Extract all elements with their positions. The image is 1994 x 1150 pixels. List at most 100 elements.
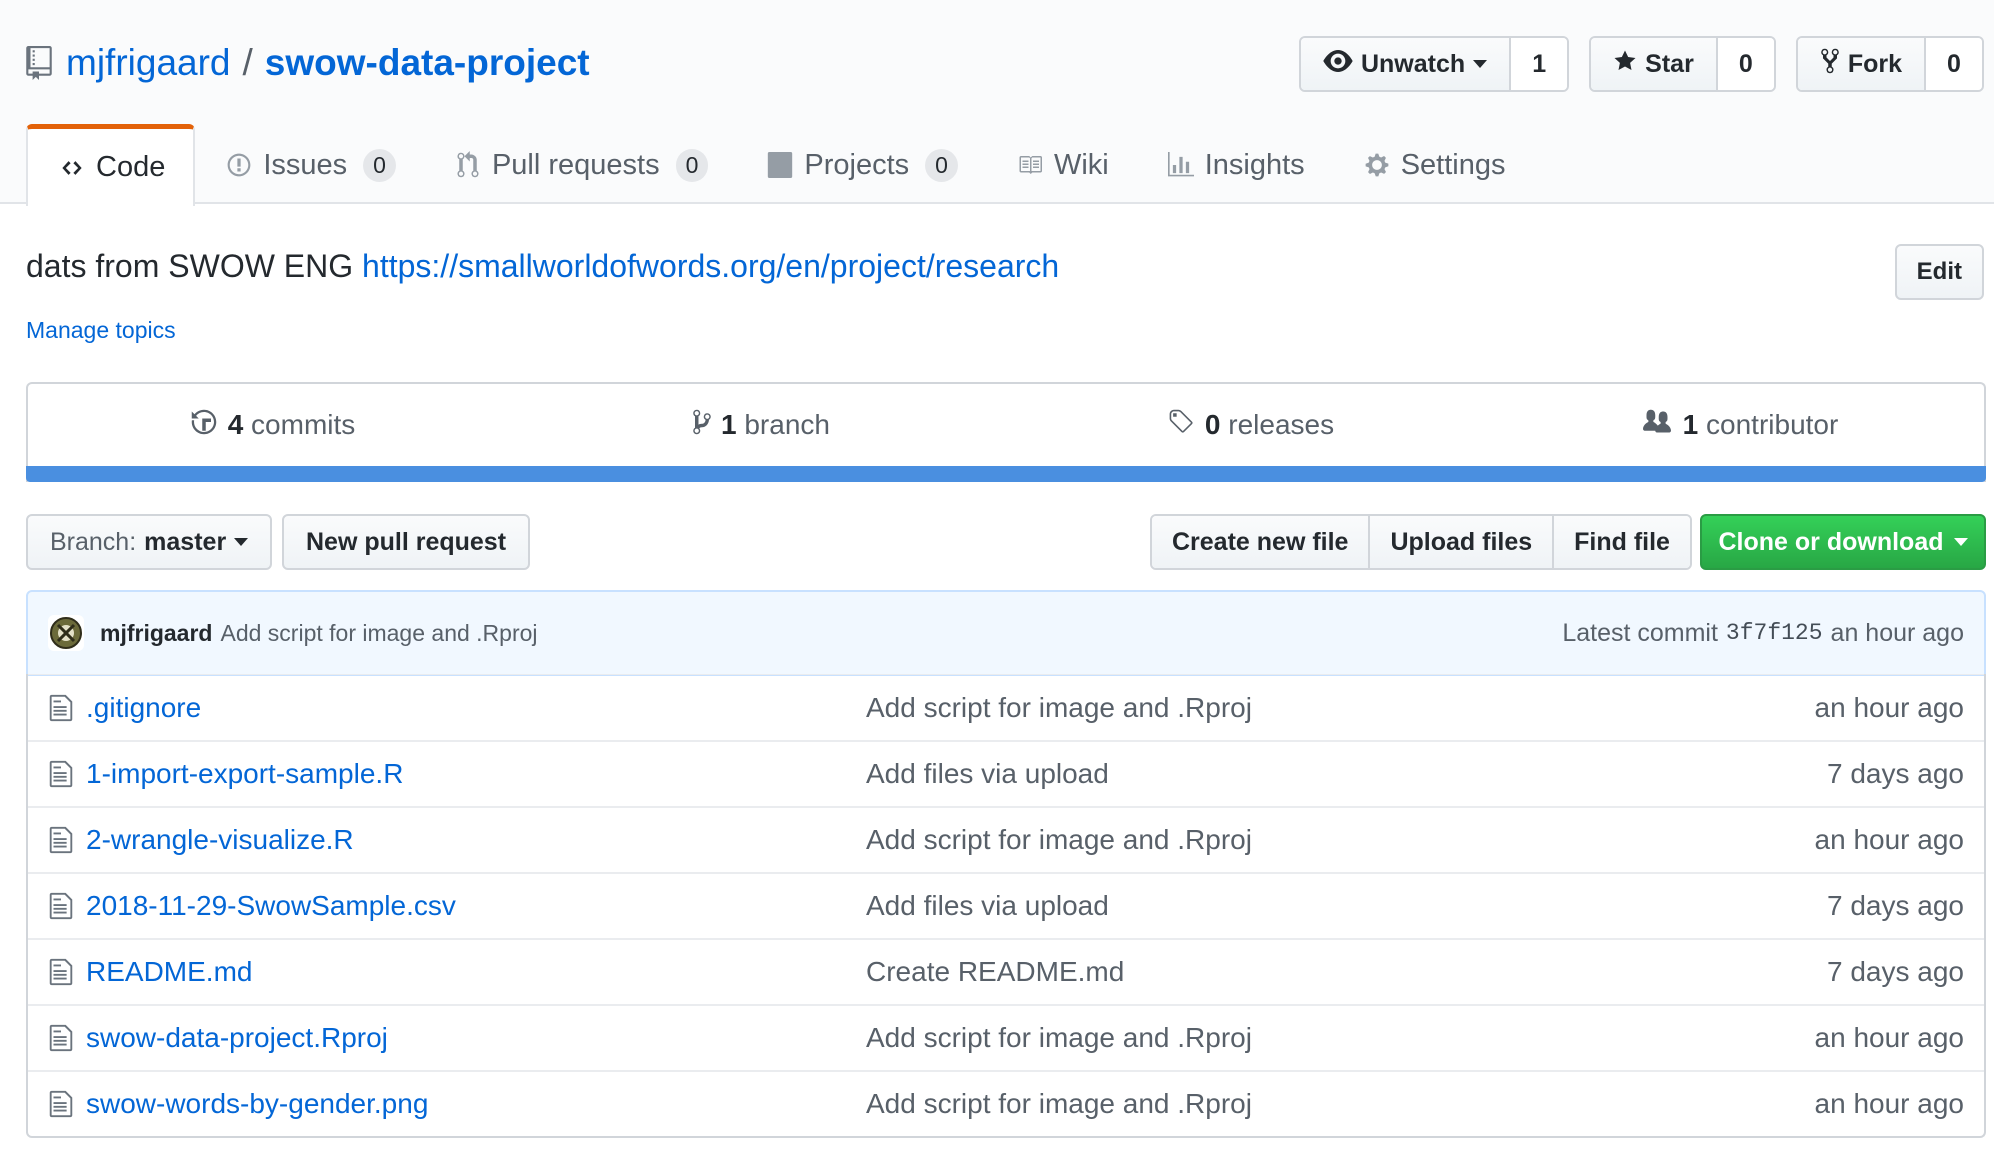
- file-commit-message[interactable]: Add files via upload: [866, 890, 1827, 922]
- tab-settings[interactable]: Settings: [1333, 124, 1534, 206]
- chevron-down-icon: [234, 538, 249, 546]
- star-button[interactable]: Star: [1591, 38, 1718, 90]
- commit-age: an hour ago: [1830, 618, 1964, 647]
- branch-select-button[interactable]: Branch: master: [26, 514, 273, 570]
- file-name-link[interactable]: swow-data-project.Rproj: [86, 1022, 866, 1054]
- watchers-count[interactable]: 1: [1511, 38, 1568, 90]
- file-icon: [48, 693, 74, 723]
- description-text: dats from SWOW ENG: [26, 248, 363, 284]
- branch-prefix: Branch:: [50, 527, 137, 556]
- project-icon: [766, 151, 794, 179]
- file-commit-message[interactable]: Add script for image and .Rproj: [866, 824, 1815, 856]
- file-icon: [48, 825, 74, 855]
- book-icon: [1016, 151, 1044, 179]
- branch-label: branch: [736, 409, 830, 440]
- clone-or-download-button[interactable]: Clone or download: [1700, 514, 1986, 570]
- file-list: .gitignore Add script for image and .Rpr…: [26, 674, 1986, 1138]
- file-age: an hour ago: [1814, 1088, 1964, 1119]
- file-commit-message[interactable]: Add files via upload: [866, 758, 1827, 790]
- repo-separator: /: [242, 42, 253, 83]
- file-commit-message[interactable]: Add script for image and .Rproj: [866, 1088, 1815, 1120]
- file-commit-message[interactable]: Add script for image and .Rproj: [866, 1022, 1815, 1054]
- tag-icon: [1167, 408, 1195, 443]
- issues-counter: 0: [363, 148, 396, 182]
- commits-count: 4: [227, 409, 244, 440]
- fork-group: Fork 0: [1795, 36, 1984, 92]
- gear-icon: [1363, 151, 1391, 179]
- commit-sha[interactable]: 3f7f125: [1726, 620, 1823, 646]
- tab-pull-requests[interactable]: Pull requests 0: [424, 124, 736, 206]
- eye-icon: [1323, 49, 1353, 79]
- repo-title: mjfrigaard / swow-data-project: [26, 38, 590, 88]
- fork-button[interactable]: Fork: [1797, 38, 1926, 90]
- repo-name-link[interactable]: swow-data-project: [265, 42, 590, 84]
- table-row: .gitignore Add script for image and .Rpr…: [28, 674, 1984, 740]
- chevron-down-icon: [1953, 538, 1968, 546]
- upload-files-button[interactable]: Upload files: [1370, 516, 1555, 568]
- tab-issues[interactable]: Issues 0: [195, 124, 424, 206]
- language-bar[interactable]: [26, 466, 1986, 482]
- file-age: an hour ago: [1814, 1022, 1964, 1053]
- file-name-link[interactable]: 2018-11-29-SwowSample.csv: [86, 890, 866, 922]
- tab-label: Settings: [1400, 148, 1506, 181]
- file-name-link[interactable]: README.md: [86, 956, 866, 988]
- branch-icon: [693, 408, 711, 443]
- branch-name: master: [144, 527, 227, 556]
- find-file-button[interactable]: Find file: [1554, 516, 1690, 568]
- manage-topics-link[interactable]: Manage topics: [26, 317, 176, 344]
- tab-label: Projects: [804, 148, 910, 181]
- new-pull-request-button[interactable]: New pull request: [282, 514, 531, 570]
- table-row: swow-words-by-gender.png Add script for …: [28, 1070, 1984, 1136]
- contributors-count: 1: [1682, 409, 1699, 440]
- file-age: 7 days ago: [1827, 758, 1964, 789]
- tab-insights[interactable]: Insights: [1137, 124, 1333, 206]
- unwatch-button[interactable]: Unwatch: [1300, 38, 1512, 90]
- forks-count[interactable]: 0: [1926, 38, 1982, 90]
- stars-count[interactable]: 0: [1717, 38, 1774, 90]
- file-icon: [48, 1089, 74, 1119]
- file-name-link[interactable]: 2-wrangle-visualize.R: [86, 824, 866, 856]
- repo-actions: Unwatch 1 Star 0 Fork 0: [1298, 36, 1984, 92]
- pull-requests-counter: 0: [675, 148, 709, 182]
- releases-count: 0: [1204, 409, 1221, 440]
- file-name-link[interactable]: swow-words-by-gender.png: [86, 1088, 866, 1120]
- file-age: an hour ago: [1814, 691, 1964, 723]
- repo-owner-link[interactable]: mjfrigaard: [66, 42, 231, 84]
- tab-projects[interactable]: Projects 0: [736, 124, 986, 206]
- tab-wiki[interactable]: Wiki: [986, 124, 1137, 206]
- latest-commit-label: Latest commit: [1562, 618, 1718, 647]
- graph-icon: [1167, 151, 1195, 179]
- create-new-file-button[interactable]: Create new file: [1152, 516, 1371, 568]
- branch-count: 1: [721, 409, 737, 440]
- fork-label: Fork: [1847, 49, 1902, 78]
- people-icon: [1641, 408, 1673, 443]
- star-icon: [1613, 49, 1637, 80]
- edit-button[interactable]: Edit: [1894, 244, 1984, 300]
- tab-label: Insights: [1204, 148, 1305, 181]
- code-icon: [58, 154, 86, 182]
- file-age: an hour ago: [1814, 824, 1964, 855]
- releases-label: releases: [1220, 409, 1335, 440]
- clone-label: Clone or download: [1718, 527, 1944, 556]
- file-name-link[interactable]: .gitignore: [86, 692, 866, 724]
- commit-message[interactable]: Add script for image and .Rproj: [220, 620, 537, 647]
- file-commit-message[interactable]: Add script for image and .Rproj: [866, 692, 1815, 724]
- chevron-down-icon: [1473, 60, 1488, 68]
- tab-code[interactable]: Code: [26, 124, 196, 206]
- description-link[interactable]: https://smallworldofwords.org/en/project…: [362, 248, 1059, 284]
- watch-group: Unwatch 1: [1298, 36, 1570, 92]
- file-commit-message[interactable]: Create README.md: [866, 956, 1827, 988]
- unwatch-label: Unwatch: [1360, 49, 1466, 78]
- file-name-link[interactable]: 1-import-export-sample.R: [86, 758, 866, 790]
- tab-label: Code: [96, 151, 166, 183]
- star-group: Star 0: [1589, 36, 1776, 92]
- table-row: 1-import-export-sample.R Add files via u…: [28, 740, 1984, 806]
- table-row: 2-wrangle-visualize.R Add script for ima…: [28, 806, 1984, 872]
- commit-author[interactable]: mjfrigaard: [100, 620, 212, 647]
- issue-icon: [225, 151, 253, 179]
- avatar[interactable]: [48, 615, 84, 651]
- history-icon: [190, 408, 218, 443]
- tab-label: Wiki: [1053, 148, 1109, 181]
- file-age: 7 days ago: [1827, 890, 1964, 921]
- file-icon: [48, 1023, 74, 1053]
